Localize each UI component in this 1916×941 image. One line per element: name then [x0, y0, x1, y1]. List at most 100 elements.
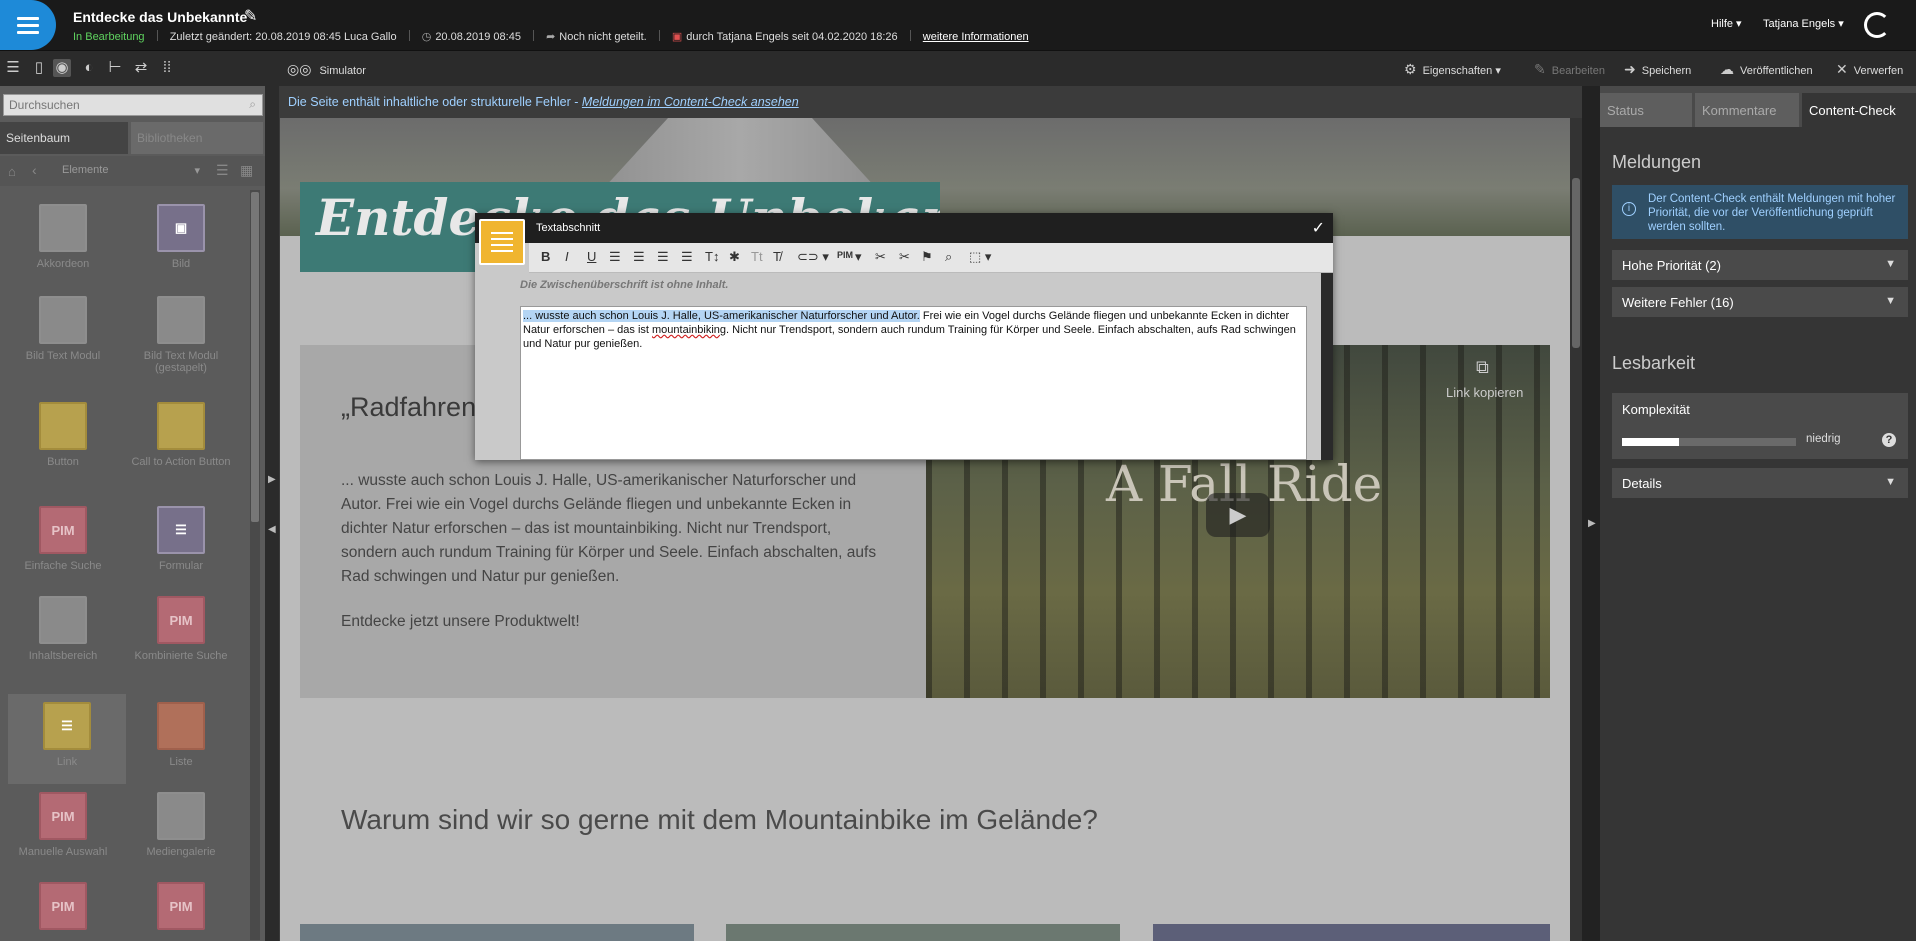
chevron-down-icon[interactable]: ▾: [855, 249, 862, 265]
teaser-image-1[interactable]: [300, 924, 694, 941]
link-icon[interactable]: ⊂⊃ ▾: [797, 249, 829, 265]
text-size-icon[interactable]: T↕: [705, 249, 719, 264]
copy-icon[interactable]: ⧉: [1476, 357, 1489, 378]
help-icon[interactable]: ?: [1882, 433, 1896, 447]
user-menu[interactable]: Tatjana Engels ▾: [1763, 17, 1844, 30]
left-scrollbar[interactable]: [250, 190, 260, 940]
flag-icon[interactable]: ⚑: [921, 249, 933, 265]
widget-liste[interactable]: Liste: [122, 702, 240, 768]
right-splitter[interactable]: ▶: [1582, 86, 1600, 941]
content-area-icon: [39, 596, 87, 644]
pencil-icon[interactable]: ✎: [244, 6, 257, 26]
contrast-icon[interactable]: ◐: [80, 59, 98, 77]
chevron-left-icon[interactable]: ‹: [32, 162, 37, 178]
button-icon: [39, 402, 87, 450]
play-icon[interactable]: ▶: [1206, 493, 1270, 537]
teaser-image-2[interactable]: [726, 924, 1120, 941]
subheading-note: Die Zwischenüberschrift ist ohne Inhalt.: [520, 279, 729, 291]
structure-icon[interactable]: ⊢: [106, 59, 124, 77]
binoculars-icon: ◎◎: [287, 61, 312, 77]
copy-link-label[interactable]: Link kopieren: [1446, 385, 1523, 400]
tab-libraries[interactable]: Bibliotheken: [131, 122, 263, 154]
logo-icon[interactable]: [1864, 12, 1890, 38]
unlink-icon[interactable]: ✂: [875, 249, 886, 265]
search-icon[interactable]: ⌕: [249, 97, 256, 112]
layout-list-icon[interactable]: ☰: [4, 59, 22, 77]
accordion-high-priority[interactable]: Hohe Priorität (2) ▼: [1612, 250, 1908, 280]
edit-button[interactable]: ✎ Bearbeiten: [1534, 61, 1605, 78]
search-input[interactable]: Durchsuchen ⌕: [3, 94, 263, 116]
widget-bild-text-modul[interactable]: Bild Text Modul: [4, 296, 122, 362]
content-check-link[interactable]: Meldungen im Content-Check ansehen: [582, 95, 799, 109]
discard-button[interactable]: ✕ Verwerfen: [1836, 61, 1903, 78]
accordion-other-errors[interactable]: Weitere Fehler (16) ▼: [1612, 287, 1908, 317]
publish-date: 20.08.2019 08:45: [435, 31, 521, 43]
tab-page-tree[interactable]: Seitenbaum: [0, 122, 128, 154]
chevron-left-icon[interactable]: ◀: [268, 524, 276, 535]
clear-format-icon[interactable]: T̸: [773, 249, 781, 264]
italic-icon[interactable]: I: [565, 249, 569, 264]
underline-icon[interactable]: U: [587, 249, 596, 264]
text-editor-area[interactable]: ... wusste auch schon Louis J. Halle, US…: [520, 306, 1307, 460]
align-left-icon[interactable]: ☰: [609, 249, 621, 265]
widget-kombinierte-suche[interactable]: PIM Kombinierte Suche: [122, 596, 240, 662]
list-view-icon[interactable]: ☰: [216, 162, 229, 179]
chevron-down-icon: ▼: [1885, 476, 1896, 488]
widget-akkordeon[interactable]: Akkordeon: [4, 204, 122, 270]
teaser-image-3[interactable]: [1153, 924, 1550, 941]
properties-button[interactable]: ⚙ Eigenschaften ▾: [1404, 61, 1501, 78]
misspelled-word[interactable]: mountainbiking: [652, 324, 726, 336]
layout-columns-icon[interactable]: ▯: [30, 59, 48, 77]
widget-pim-2[interactable]: PIM: [122, 882, 240, 936]
more-info-link[interactable]: weitere Informationen: [923, 31, 1029, 43]
preview-icon[interactable]: ◉: [53, 59, 71, 77]
widget-bild[interactable]: ▣ Bild: [122, 204, 240, 270]
align-center-icon[interactable]: ☰: [633, 249, 645, 265]
editor-scrollbar[interactable]: [1321, 273, 1333, 460]
readability-heading: Lesbarkeit: [1612, 353, 1696, 373]
main-menu-button[interactable]: [0, 0, 56, 50]
complexity-fill: [1622, 438, 1680, 446]
help-menu[interactable]: Hilfe ▾: [1711, 17, 1742, 30]
widget-manuelle-auswahl[interactable]: PIM Manuelle Auswahl: [4, 792, 122, 858]
widget-einfache-suche[interactable]: PIM Einfache Suche: [4, 506, 122, 572]
special-char-icon[interactable]: ✱: [729, 249, 740, 265]
align-justify-icon[interactable]: ☰: [681, 249, 693, 265]
elements-select[interactable]: Elemente ▾: [56, 161, 204, 181]
chevron-right-icon[interactable]: ▶: [268, 474, 276, 485]
bold-icon[interactable]: B: [541, 249, 550, 264]
grid-view-icon[interactable]: ▦: [240, 162, 253, 179]
tab-status[interactable]: Status: [1600, 93, 1692, 127]
check-icon[interactable]: ✓: [1312, 218, 1325, 238]
remove-link-icon[interactable]: ✂: [899, 249, 910, 265]
body-text: ... wusste auch schon Louis J. Halle, US…: [341, 472, 877, 585]
search-replace-icon[interactable]: ⌕: [945, 249, 952, 265]
widget-call-to-action[interactable]: Call to Action Button: [122, 402, 240, 468]
pim-link-icon[interactable]: PIM: [837, 250, 853, 260]
transfer-icon[interactable]: ⇄: [132, 59, 150, 77]
align-right-icon[interactable]: ☰: [657, 249, 669, 265]
widget-pim-1[interactable]: PIM: [4, 882, 122, 936]
widget-mediengalerie[interactable]: Mediengalerie: [122, 792, 240, 858]
publish-button[interactable]: ☁ Veröffentlichen: [1720, 61, 1813, 78]
select-area-icon[interactable]: ⬚ ▾: [969, 249, 991, 265]
simulator-button[interactable]: ◎◎ Simulator: [287, 61, 366, 78]
widget-bild-text-modul-gestapelt[interactable]: Bild Text Modul (gestapelt): [122, 296, 240, 374]
complexity-bar: [1622, 438, 1796, 446]
widget-link[interactable]: ☰ Link: [8, 694, 126, 784]
widget-inhaltsbereich[interactable]: Inhaltsbereich: [4, 596, 122, 662]
apps-grid-icon[interactable]: ⁞⁞: [158, 59, 176, 77]
widget-formular[interactable]: ☰ Formular: [122, 506, 240, 572]
messages-heading: Meldungen: [1612, 152, 1702, 172]
page-scrollbar[interactable]: [1570, 118, 1582, 941]
left-splitter[interactable]: ▶ ◀: [265, 86, 279, 941]
save-button[interactable]: ➜ Speichern: [1624, 61, 1691, 78]
text-format-icon[interactable]: Tt: [751, 249, 763, 264]
widget-button[interactable]: Button: [4, 402, 122, 468]
home-icon[interactable]: ⌂: [8, 164, 16, 179]
accordion-details[interactable]: Details ▼: [1612, 468, 1908, 498]
chevron-right-icon[interactable]: ▶: [1588, 518, 1596, 529]
tab-comments[interactable]: Kommentare: [1695, 93, 1799, 127]
page-title: Entdecke das Unbekannte: [73, 9, 248, 25]
tab-content-check[interactable]: Content-Check: [1802, 93, 1916, 127]
